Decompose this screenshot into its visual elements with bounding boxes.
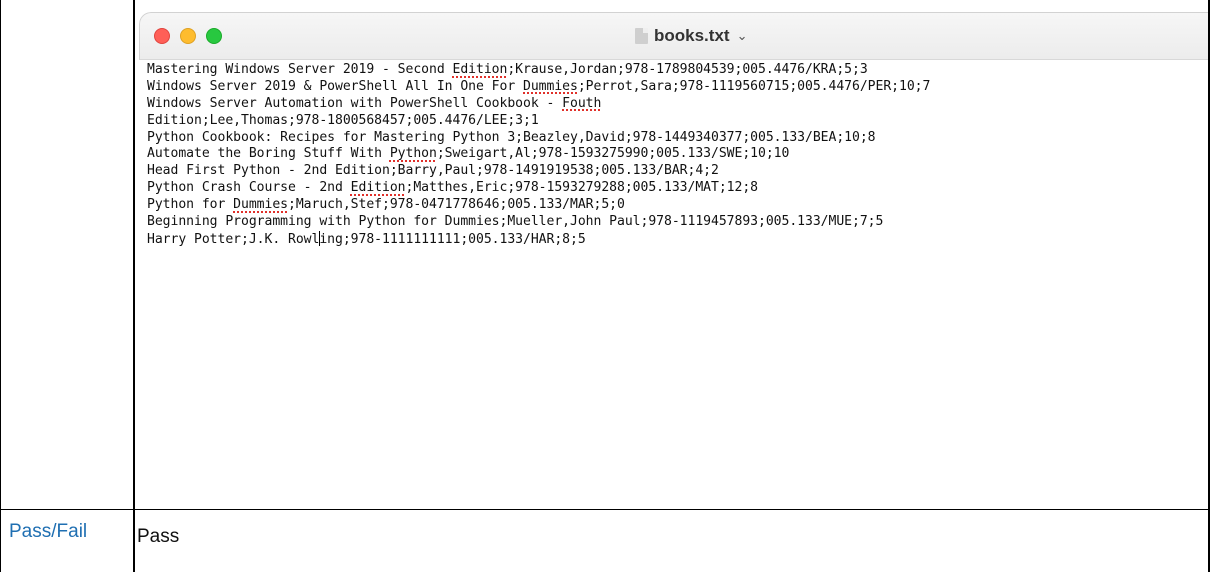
window-filename: books.txt [654, 26, 730, 45]
textedit-window: books.txt ⌄ Mastering Windows Server 201… [139, 12, 1208, 506]
text-line[interactable]: Windows Server Automation with PowerShel… [147, 96, 1208, 113]
pass-fail-value: Pass [137, 526, 180, 547]
zoom-button[interactable] [206, 28, 222, 44]
spellcheck-word[interactable]: Fouth [562, 96, 601, 111]
text-line[interactable]: Mastering Windows Server 2019 - Second E… [147, 62, 1208, 79]
text-segment: ;Krause,Jordan;978-1789804539;005.4476/K… [507, 62, 868, 77]
table-border-left [0, 0, 1, 572]
text-segment: Edition;Lee,Thomas;978-1800568457;005.44… [147, 112, 539, 128]
minimize-button[interactable] [180, 28, 196, 44]
text-segment: ing;978-1111111111;005.133/HAR;8;5 [319, 231, 586, 247]
text-segment: ;Matthes,Eric;978-1593279288;005.133/MAT… [405, 180, 759, 196]
text-line[interactable]: Harry Potter;J.K. Rowling;978-1111111111… [147, 230, 1208, 248]
spellcheck-word[interactable]: Edition [453, 62, 508, 77]
pass-fail-label: Pass/Fail [9, 521, 88, 542]
text-line[interactable]: Windows Server 2019 & PowerShell All In … [147, 79, 1208, 96]
text-segment: ;Maruch,Stef;978-0471778646;005.133/MAR;… [288, 197, 625, 213]
text-editor-content[interactable]: Mastering Windows Server 2019 - Second E… [147, 62, 1208, 506]
text-line[interactable]: Head First Python - 2nd Edition;Barry,Pa… [147, 163, 1208, 180]
table-border-middle [133, 0, 135, 572]
text-segment: Head First Python - 2nd Edition;Barry,Pa… [147, 163, 719, 179]
spellcheck-word[interactable]: Dummies [523, 79, 578, 94]
text-segment: Mastering Windows Server 2019 - Second [147, 62, 453, 77]
text-segment: ;Sweigart,Al;978-1593275990;005.133/SWE;… [436, 146, 790, 162]
text-line[interactable]: Python Cookbook: Recipes for Mastering P… [147, 130, 1208, 147]
text-segment: Harry Potter;J.K. Rowl [147, 231, 320, 247]
window-title[interactable]: books.txt ⌄ [635, 25, 747, 47]
table-row-divider [0, 509, 1210, 510]
spellcheck-word[interactable]: Python [390, 146, 437, 161]
spellcheck-word[interactable]: Edition [351, 180, 406, 195]
text-line[interactable]: Python for Dummies;Maruch,Stef;978-04717… [147, 197, 1208, 214]
chevron-down-icon[interactable]: ⌄ [737, 28, 748, 44]
text-segment: Beginning Programming with Python for Du… [147, 214, 884, 230]
text-segment: Automate the Boring Stuff With [147, 146, 390, 162]
text-segment: Windows Server 2019 & PowerShell All In … [147, 78, 523, 94]
text-segment: Python Cookbook: Recipes for Mastering P… [147, 129, 876, 145]
text-line[interactable]: Automate the Boring Stuff With Python;Sw… [147, 146, 1208, 163]
text-segment: Python Crash Course - 2nd [147, 180, 351, 196]
text-line[interactable]: Edition;Lee,Thomas;978-1800568457;005.44… [147, 113, 1208, 130]
spellcheck-word[interactable]: Dummies [233, 197, 288, 212]
close-button[interactable] [154, 28, 170, 44]
document-icon [635, 28, 648, 44]
text-segment: Python for [147, 197, 234, 213]
text-line[interactable]: Beginning Programming with Python for Du… [147, 214, 1208, 231]
text-segment: Windows Server Automation with PowerShel… [147, 95, 563, 111]
text-segment: ;Perrot,Sara;978-1119560715;005.4476/PER… [577, 78, 931, 94]
text-line[interactable]: Python Crash Course - 2nd Edition;Matthe… [147, 180, 1208, 197]
window-titlebar[interactable]: books.txt ⌄ [139, 12, 1208, 60]
